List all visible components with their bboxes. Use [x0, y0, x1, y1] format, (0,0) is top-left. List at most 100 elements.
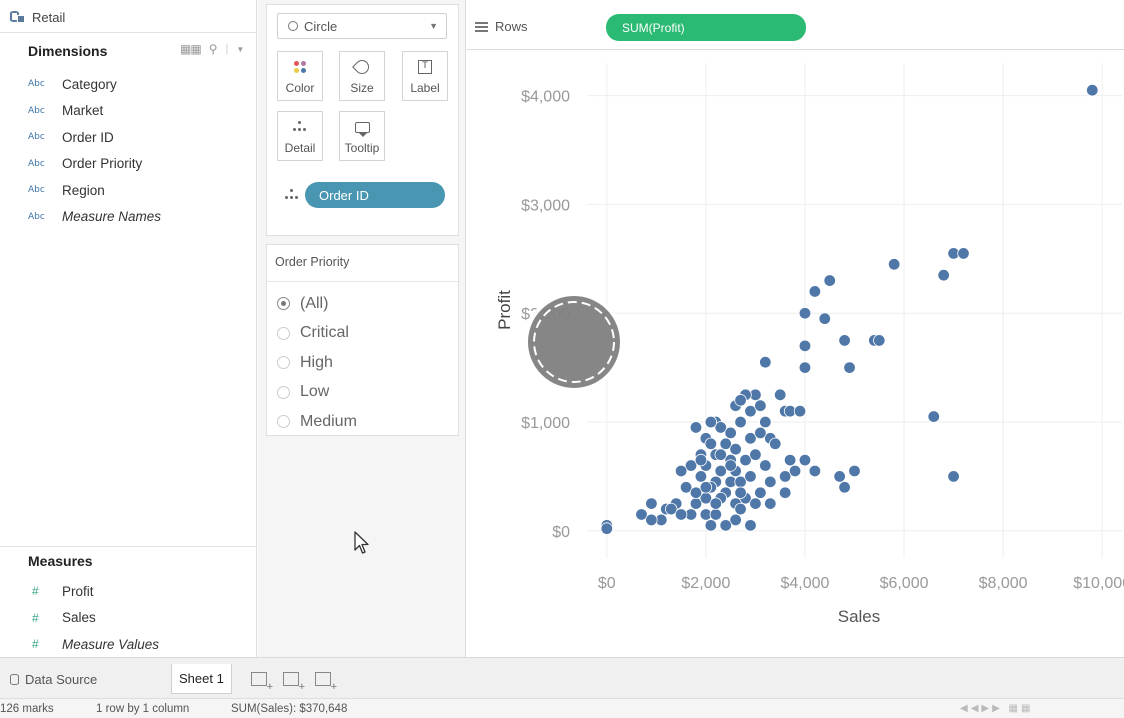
label-button[interactable]: T Label: [402, 51, 448, 101]
detail-button[interactable]: Detail: [277, 111, 323, 161]
field-item[interactable]: Abc Measure Names: [28, 204, 161, 231]
data-point[interactable]: [754, 399, 767, 412]
data-point[interactable]: [798, 339, 812, 353]
data-point[interactable]: [734, 502, 747, 516]
data-source-tab[interactable]: Data Source: [10, 664, 97, 694]
data-point[interactable]: [798, 307, 812, 320]
data-point[interactable]: [744, 519, 757, 532]
new-dashboard-icon[interactable]: [283, 672, 305, 693]
data-point[interactable]: [694, 453, 708, 467]
status-nav-icons[interactable]: ◀◀▶▶ ▦▦: [960, 703, 1033, 714]
data-point[interactable]: [645, 497, 658, 510]
data-point[interactable]: [848, 464, 861, 478]
new-worksheet-icon[interactable]: [251, 672, 273, 693]
rows-shelf[interactable]: Rows SUM(Profit): [467, 0, 1124, 50]
new-story-icon[interactable]: [315, 672, 337, 693]
data-point[interactable]: [927, 410, 940, 423]
data-point[interactable]: [704, 437, 718, 450]
data-point[interactable]: [793, 404, 807, 418]
data-point[interactable]: [694, 470, 708, 483]
data-point[interactable]: [798, 453, 812, 467]
filter-option[interactable]: Critical: [277, 319, 357, 349]
data-point[interactable]: [1086, 83, 1099, 97]
field-item[interactable]: # Sales: [28, 605, 159, 632]
field-item[interactable]: Abc Category: [28, 71, 161, 98]
data-point[interactable]: [674, 508, 688, 521]
data-point[interactable]: [714, 448, 727, 461]
filter-option[interactable]: High: [277, 348, 357, 378]
search-icon[interactable]: ⚲: [209, 42, 218, 56]
data-point[interactable]: [724, 459, 737, 472]
tooltip-button[interactable]: Tooltip: [339, 111, 385, 161]
data-point[interactable]: [808, 464, 822, 478]
data-point[interactable]: [937, 268, 950, 282]
data-point[interactable]: [808, 285, 822, 298]
data-point[interactable]: [764, 475, 777, 489]
data-point[interactable]: [754, 426, 767, 440]
field-item[interactable]: # Measure Values: [28, 631, 159, 658]
data-point[interactable]: [764, 497, 777, 510]
radio-button[interactable]: [277, 356, 290, 370]
data-point[interactable]: [759, 459, 772, 472]
size-button[interactable]: Size: [339, 51, 385, 101]
data-point[interactable]: [749, 497, 762, 510]
data-point[interactable]: [754, 486, 767, 499]
data-point[interactable]: [838, 334, 851, 347]
data-point[interactable]: [749, 448, 762, 461]
data-point[interactable]: [957, 247, 970, 260]
data-point[interactable]: [838, 481, 851, 494]
chevron-down-icon[interactable]: ▼: [236, 45, 244, 54]
data-point[interactable]: [887, 258, 901, 271]
data-point[interactable]: [823, 274, 836, 287]
radio-button[interactable]: [277, 297, 290, 311]
data-point[interactable]: [689, 421, 703, 434]
data-point[interactable]: [769, 437, 782, 450]
radio-button[interactable]: [277, 385, 290, 399]
data-point[interactable]: [674, 464, 688, 478]
color-button[interactable]: Color: [277, 51, 323, 101]
data-point[interactable]: [773, 388, 787, 402]
grid-view-icon[interactable]: ▦▦: [180, 42, 202, 56]
data-point[interactable]: [734, 486, 747, 499]
data-point[interactable]: [734, 415, 747, 429]
field-item[interactable]: Abc Market: [28, 98, 161, 125]
filter-option[interactable]: Low: [277, 378, 357, 408]
data-point[interactable]: [783, 453, 797, 467]
data-point[interactable]: [744, 470, 757, 483]
data-point[interactable]: [833, 470, 846, 483]
datasource-item[interactable]: Retail: [10, 6, 65, 28]
data-point[interactable]: [704, 519, 718, 532]
field-item[interactable]: Abc Region: [28, 177, 161, 204]
filter-option[interactable]: (All): [277, 289, 357, 319]
data-point[interactable]: [729, 443, 742, 456]
data-point[interactable]: [719, 519, 732, 532]
data-point[interactable]: [699, 481, 713, 494]
data-point[interactable]: [759, 415, 772, 429]
scatter-chart[interactable]: $0$1,000$2,000$3,000$4,000 $0$2,000$4,00…: [467, 53, 1124, 657]
scatter-plot-view[interactable]: $0$1,000$2,000$3,000$4,000 $0$2,000$4,00…: [467, 53, 1124, 657]
data-point[interactable]: [734, 394, 747, 407]
order-id-pill[interactable]: Order ID: [305, 182, 445, 208]
filter-option[interactable]: Medium: [277, 407, 357, 437]
data-point[interactable]: [778, 486, 792, 499]
data-point[interactable]: [798, 361, 812, 374]
radio-button[interactable]: [277, 326, 290, 340]
data-point[interactable]: [947, 470, 960, 483]
data-point[interactable]: [724, 426, 737, 440]
data-point[interactable]: [873, 334, 886, 347]
sheet-tab[interactable]: Sheet 1: [171, 664, 232, 694]
field-item[interactable]: # Profit: [28, 578, 159, 605]
data-point[interactable]: [645, 513, 658, 527]
data-point[interactable]: [843, 361, 856, 374]
data-point[interactable]: [778, 470, 792, 483]
field-item[interactable]: Abc Order ID: [28, 124, 161, 151]
data-point[interactable]: [709, 508, 722, 521]
field-item[interactable]: Abc Order Priority: [28, 151, 161, 178]
data-point[interactable]: [759, 355, 772, 369]
radio-button[interactable]: [277, 415, 290, 429]
data-point[interactable]: [600, 522, 614, 535]
data-point[interactable]: [709, 497, 722, 510]
mark-type-dropdown[interactable]: Circle ▼: [277, 13, 447, 39]
data-point[interactable]: [818, 312, 831, 325]
data-point[interactable]: [704, 415, 718, 429]
